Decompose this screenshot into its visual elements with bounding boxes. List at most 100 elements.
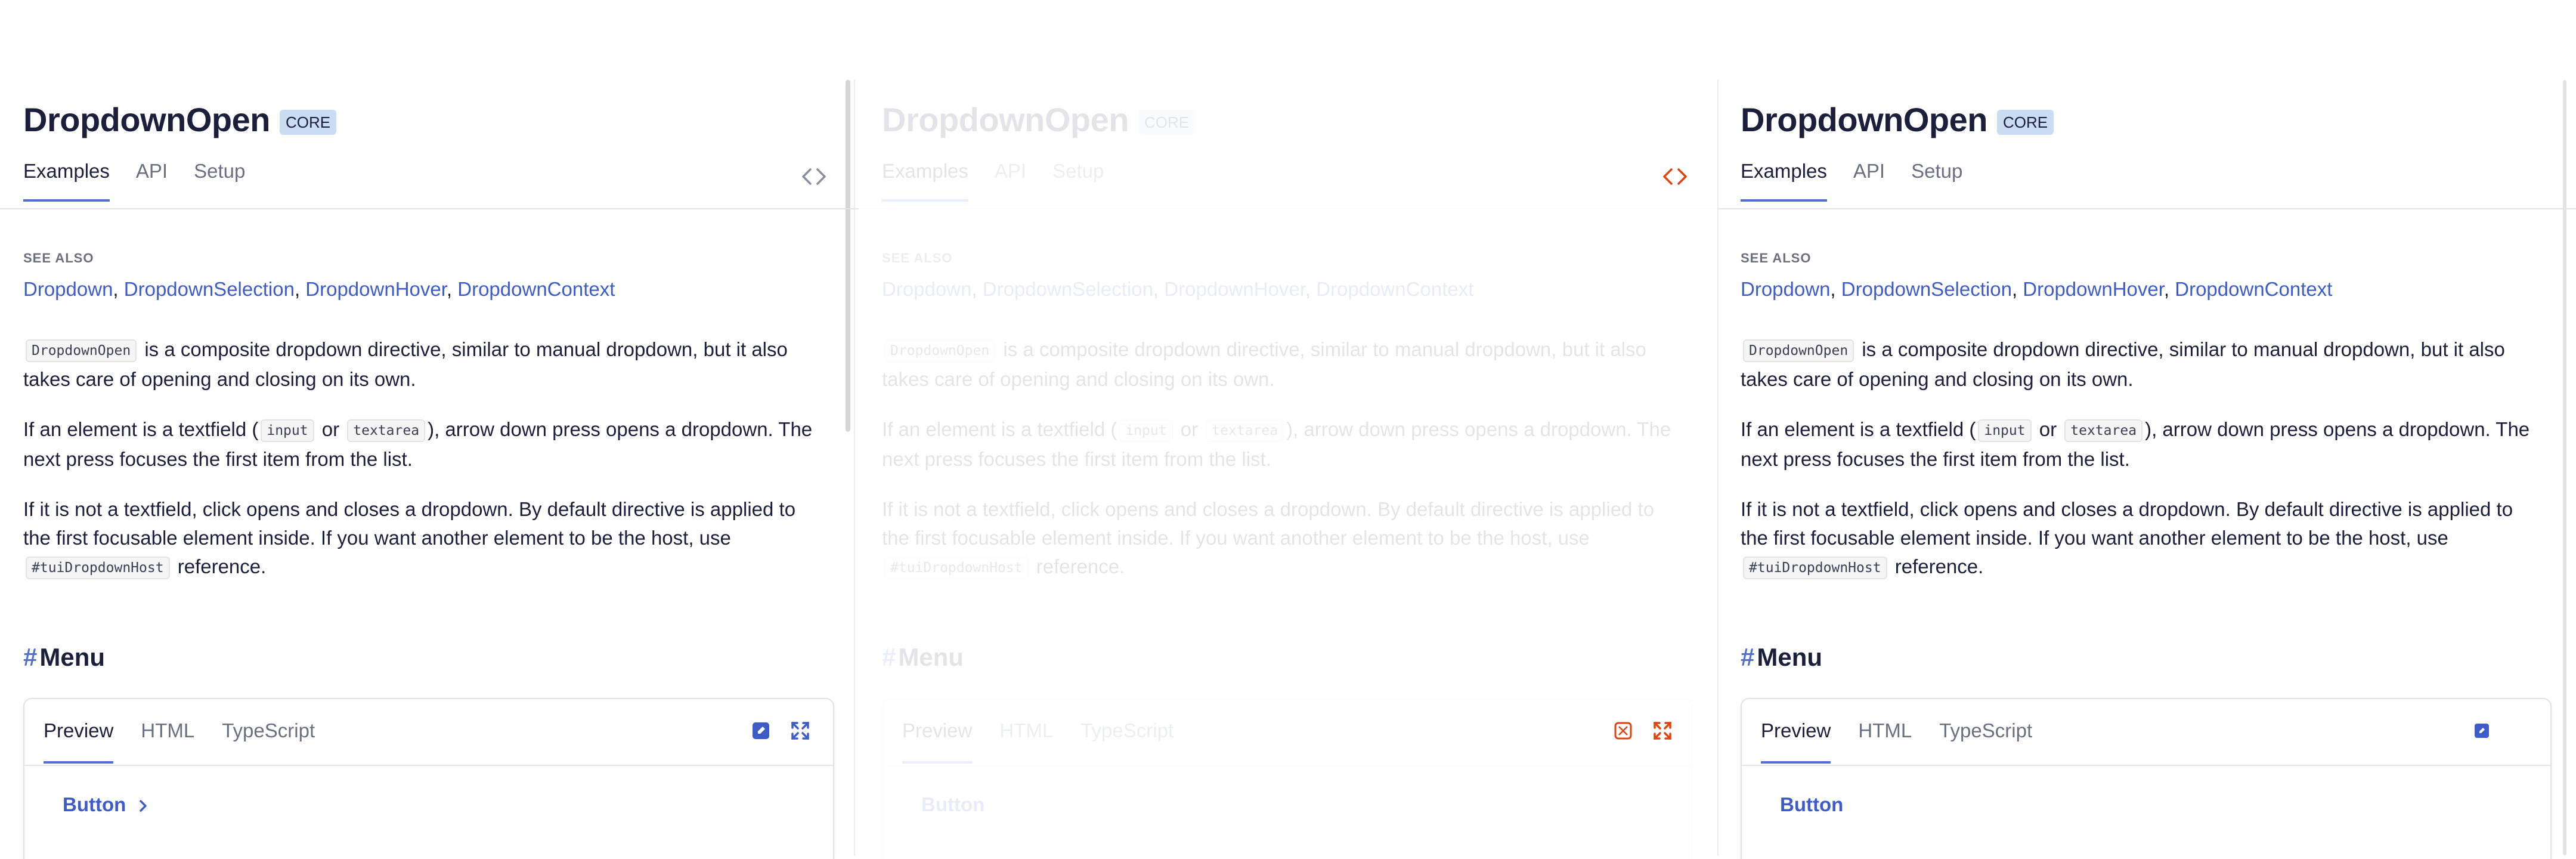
edit-sandbox-icon[interactable]: [751, 721, 771, 741]
paragraph-text: reference.: [172, 555, 267, 577]
section-title-text: Menu: [1757, 643, 1823, 671]
paragraph-text: or: [316, 418, 345, 440]
scrollbar[interactable]: [846, 80, 850, 432]
tab-examples[interactable]: Examples: [23, 160, 110, 202]
link-dropdown[interactable]: Dropdown: [1741, 278, 1830, 300]
demo-tabs: Preview HTML TypeScript: [44, 719, 342, 764]
link-separator: ,: [113, 278, 124, 300]
panel-variant-1: DropdownOpen CORE Examples API Setup SEE…: [0, 0, 859, 859]
description-paragraph: DropdownOpen is a composite dropdown dir…: [1741, 335, 2540, 394]
page-tabs: Examples API Setup: [882, 160, 1130, 202]
tab-setup[interactable]: Setup: [1911, 160, 1962, 200]
panel-divider: [1717, 80, 1719, 855]
paragraph-text: If an element is a textfield (: [882, 418, 1117, 440]
tab-setup[interactable]: Setup: [1052, 160, 1104, 200]
tab-api[interactable]: API: [136, 160, 168, 200]
button-label: Button: [63, 793, 126, 815]
link-separator: ,: [294, 278, 306, 300]
page-tabs: Examples API Setup: [23, 160, 271, 202]
dropdown-button[interactable]: Button: [1780, 793, 1843, 816]
paragraph-text: If it is not a textfield, click opens an…: [23, 498, 796, 549]
description-paragraph: DropdownOpen is a composite dropdown dir…: [23, 335, 822, 394]
dropdown-button[interactable]: Button: [63, 793, 150, 816]
paragraph-text: is a composite dropdown directive, simil…: [1741, 338, 2505, 390]
inline-code: input: [1119, 419, 1173, 442]
demo-actions: [2472, 721, 2492, 741]
scrollbar[interactable]: [2563, 80, 2566, 855]
tab-api[interactable]: API: [1853, 160, 1885, 200]
demo-tabs: Preview HTML TypeScript: [902, 719, 1201, 764]
demo-tab-preview[interactable]: Preview: [902, 719, 973, 764]
demo-tab-preview[interactable]: Preview: [44, 719, 114, 764]
link-dropdown-context[interactable]: DropdownContext: [457, 278, 615, 300]
demo-card: Preview HTML TypeScript Button: [23, 698, 834, 859]
tab-examples[interactable]: Examples: [1741, 160, 1827, 202]
inline-code: #tuiDropdownHost: [884, 557, 1029, 579]
code-brackets-icon[interactable]: [1661, 165, 1689, 189]
anchor-hash[interactable]: #: [23, 643, 37, 671]
inline-code: DropdownOpen: [1743, 339, 1854, 362]
link-dropdown[interactable]: Dropdown: [23, 278, 113, 300]
demo-actions: [751, 721, 810, 741]
fullscreen-icon[interactable]: [790, 721, 810, 741]
link-dropdown-hover[interactable]: DropdownHover: [1164, 278, 1305, 300]
demo-tab-html[interactable]: HTML: [141, 719, 194, 762]
link-dropdown-context[interactable]: DropdownContext: [1316, 278, 1473, 300]
paragraph-text: reference.: [1889, 555, 1984, 577]
link-dropdown-hover[interactable]: DropdownHover: [2023, 278, 2164, 300]
link-dropdown-hover[interactable]: DropdownHover: [305, 278, 447, 300]
link-dropdown-selection[interactable]: DropdownSelection: [1841, 278, 2012, 300]
anchor-hash[interactable]: #: [1741, 643, 1754, 671]
tab-setup[interactable]: Setup: [194, 160, 245, 200]
page-title: DropdownOpen: [23, 101, 270, 138]
link-dropdown[interactable]: Dropdown: [882, 278, 971, 300]
host-paragraph: If it is not a textfield, click opens an…: [882, 495, 1681, 582]
anchor-hash[interactable]: #: [882, 643, 896, 671]
paragraph-text: If an element is a textfield (: [23, 418, 259, 440]
demo-tab-html[interactable]: HTML: [1858, 719, 1912, 762]
demo-tab-typescript[interactable]: TypeScript: [222, 719, 315, 762]
code-brackets-icon[interactable]: [800, 165, 828, 189]
tabs-divider: [0, 208, 859, 209]
paragraph-text: If an element is a textfield (: [1741, 418, 1976, 440]
page-tabs: Examples API Setup: [1741, 160, 1989, 202]
demo-tab-html[interactable]: HTML: [999, 719, 1053, 762]
demo-tab-typescript[interactable]: TypeScript: [1080, 719, 1174, 762]
link-separator: ,: [1830, 278, 1841, 300]
fullscreen-icon[interactable]: [1652, 721, 1673, 741]
edit-sandbox-icon[interactable]: [2472, 721, 2492, 741]
edit-sandbox-icon[interactable]: [1613, 721, 1633, 741]
demo-tab-preview[interactable]: Preview: [1761, 719, 1831, 764]
inline-code: textarea: [1206, 419, 1284, 442]
demo-tabs-divider: [1742, 765, 2550, 766]
panel-variant-3: DropdownOpen CORE Examples API Setup SEE…: [1717, 0, 2576, 859]
inline-code: #tuiDropdownHost: [26, 557, 170, 579]
section-title-text: Menu: [39, 643, 106, 671]
see-also-label: SEE ALSO: [882, 251, 953, 265]
demo-card: Preview HTML TypeScript Button: [1741, 698, 2552, 859]
inline-code: textarea: [347, 419, 426, 442]
link-dropdown-context[interactable]: DropdownContext: [2175, 278, 2332, 300]
link-dropdown-selection[interactable]: DropdownSelection: [983, 278, 1153, 300]
see-also-links: Dropdown, DropdownSelection, DropdownHov…: [1741, 278, 2332, 301]
section-title-text: Menu: [898, 643, 964, 671]
see-also-label: SEE ALSO: [23, 251, 94, 265]
link-separator: ,: [1153, 278, 1165, 300]
tab-api[interactable]: API: [995, 160, 1026, 200]
tab-examples[interactable]: Examples: [882, 160, 968, 202]
chevron-right-icon: [137, 796, 150, 813]
button-label: Button: [1780, 793, 1844, 815]
link-dropdown-selection[interactable]: DropdownSelection: [124, 278, 295, 300]
paragraph-text: If it is not a textfield, click opens an…: [882, 498, 1655, 549]
inline-code: #tuiDropdownHost: [1743, 557, 1887, 579]
demo-tab-typescript[interactable]: TypeScript: [1939, 719, 2032, 762]
core-badge: CORE: [279, 109, 337, 135]
inline-code: input: [261, 419, 314, 442]
dropdown-button[interactable]: Button: [921, 793, 984, 816]
button-label: Button: [921, 793, 985, 815]
description-paragraph: DropdownOpen is a composite dropdown dir…: [882, 335, 1681, 394]
panel-variant-2: DropdownOpen CORE Examples API Setup SEE…: [859, 0, 1865, 859]
section-title: #Menu: [23, 643, 105, 672]
core-badge: CORE: [1138, 109, 1196, 135]
link-separator: ,: [971, 278, 983, 300]
